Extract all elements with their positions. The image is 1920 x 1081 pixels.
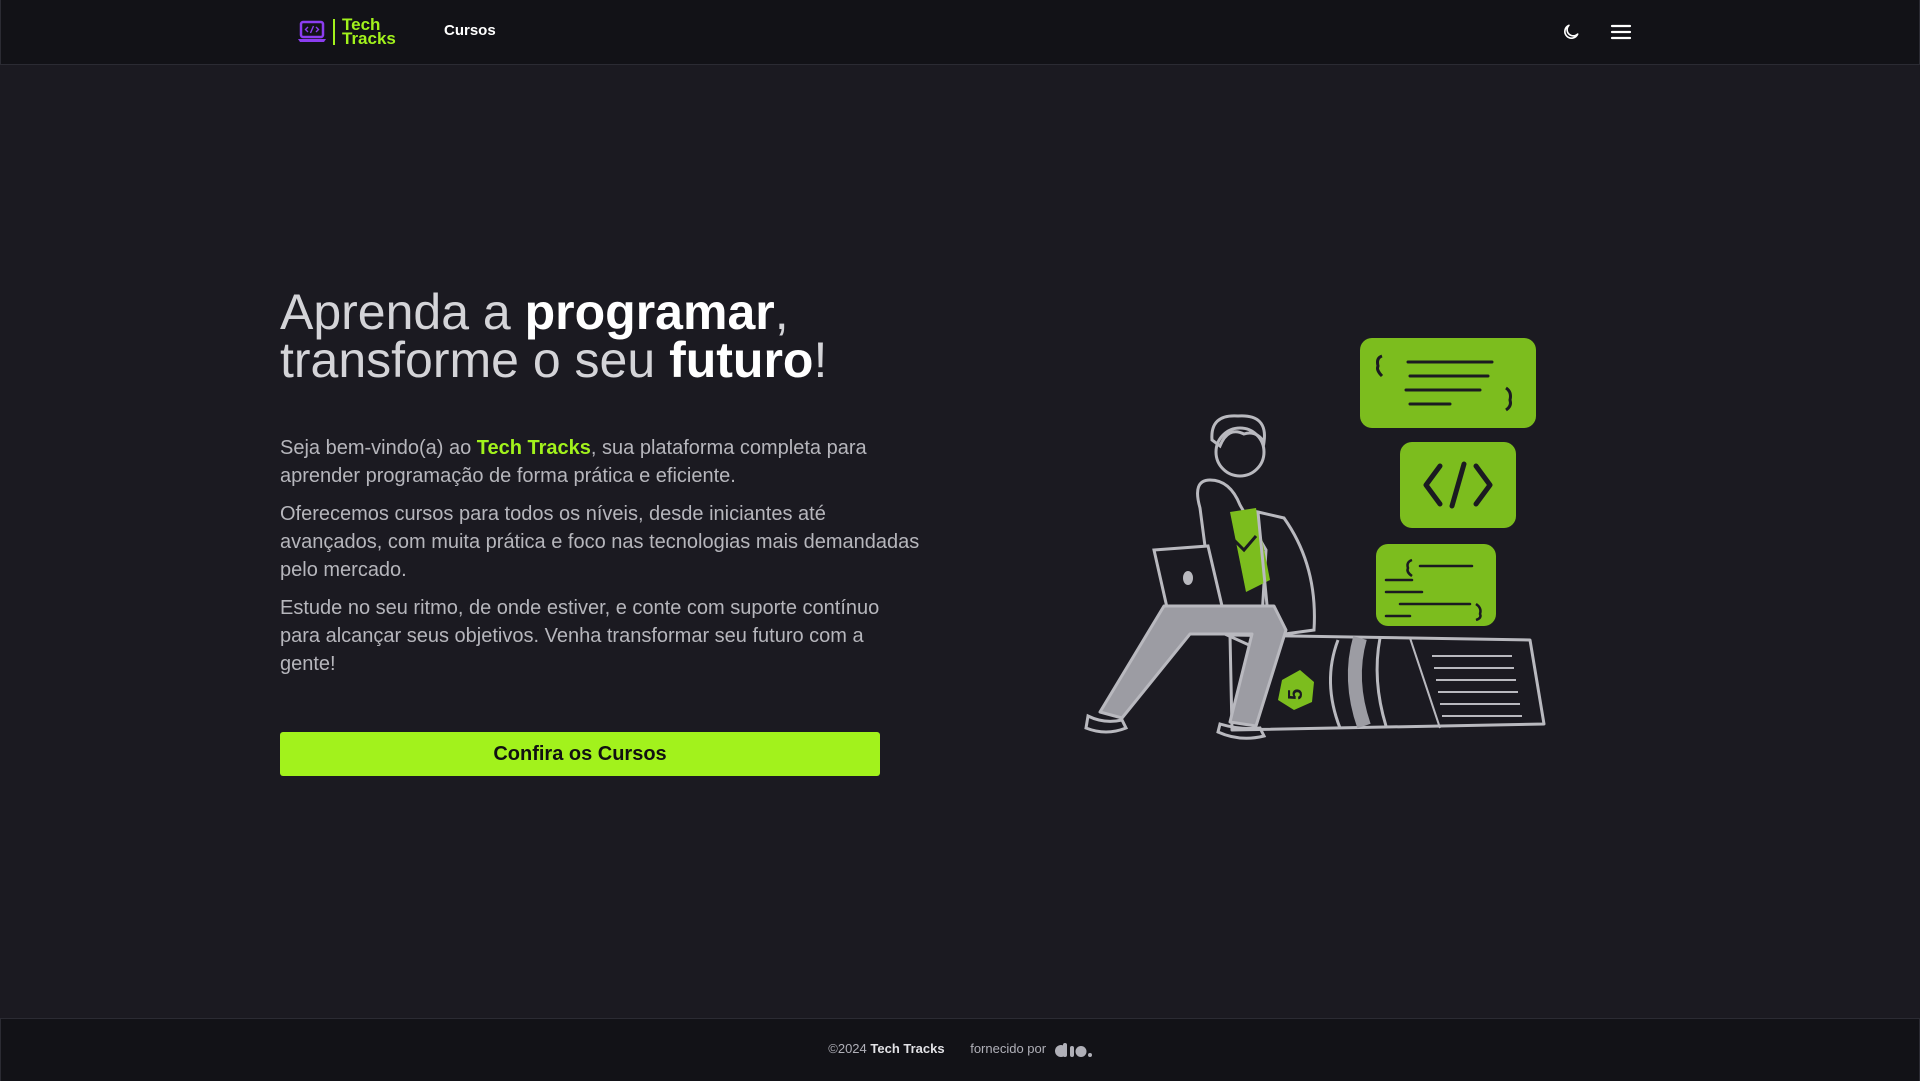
tech-tracks-logo[interactable]: Tech Tracks bbox=[297, 16, 396, 48]
top-navbar: Tech Tracks Cursos bbox=[0, 0, 1920, 65]
view-courses-button[interactable]: Confira os Cursos bbox=[280, 732, 880, 776]
developer-on-book-illustration: 5 bbox=[1084, 338, 1546, 740]
page-footer: ©2024 Tech Tracks fornecido por bbox=[0, 1018, 1920, 1081]
nav-link-cursos[interactable]: Cursos bbox=[444, 22, 496, 39]
headline-text-4: ! bbox=[813, 332, 828, 388]
logo-wordmark: Tech Tracks bbox=[342, 16, 396, 48]
dio-logo-icon[interactable] bbox=[1054, 1042, 1092, 1058]
headline-text-3: transforme o seu bbox=[280, 332, 670, 388]
hero-paragraph-pace: Estude no seu ritmo, de onde estiver, e … bbox=[280, 597, 880, 675]
hero-section: Aprenda a programar, transforme o seu fu… bbox=[280, 287, 920, 678]
code-bubble-tag bbox=[1400, 442, 1516, 528]
hero-headline: Aprenda a programar, transforme o seu fu… bbox=[280, 287, 920, 385]
logo-line2: Tracks bbox=[342, 29, 396, 48]
code-bubble-lines bbox=[1376, 544, 1496, 626]
hamburger-menu-icon bbox=[1610, 24, 1632, 40]
code-bubble-braces bbox=[1360, 338, 1536, 428]
headline-highlight-2: futuro bbox=[669, 332, 814, 388]
logo-divider bbox=[333, 19, 335, 45]
intro-brand-name: Tech Tracks bbox=[476, 437, 591, 459]
powered-by-text: fornecido por bbox=[970, 1041, 1047, 1056]
hero-intro-paragraph: Seja bem-vindo(a) ao Tech Tracks, sua pl… bbox=[280, 434, 920, 490]
theme-toggle-button[interactable] bbox=[1557, 18, 1585, 46]
svg-text:5: 5 bbox=[1285, 689, 1307, 700]
copyright-brand: Tech Tracks bbox=[870, 1041, 945, 1056]
moon-icon bbox=[1564, 24, 1579, 39]
copyright-prefix: ©2024 bbox=[828, 1041, 871, 1056]
footer-content: ©2024 Tech Tracks fornecido por bbox=[1, 1041, 1919, 1058]
hero-paragraph-levels: Oferecemos cursos para todos os níveis, … bbox=[280, 503, 920, 581]
menu-button[interactable] bbox=[1607, 18, 1635, 46]
laptop-code-icon bbox=[298, 20, 326, 42]
intro-prefix: Seja bem-vindo(a) ao bbox=[280, 437, 477, 459]
